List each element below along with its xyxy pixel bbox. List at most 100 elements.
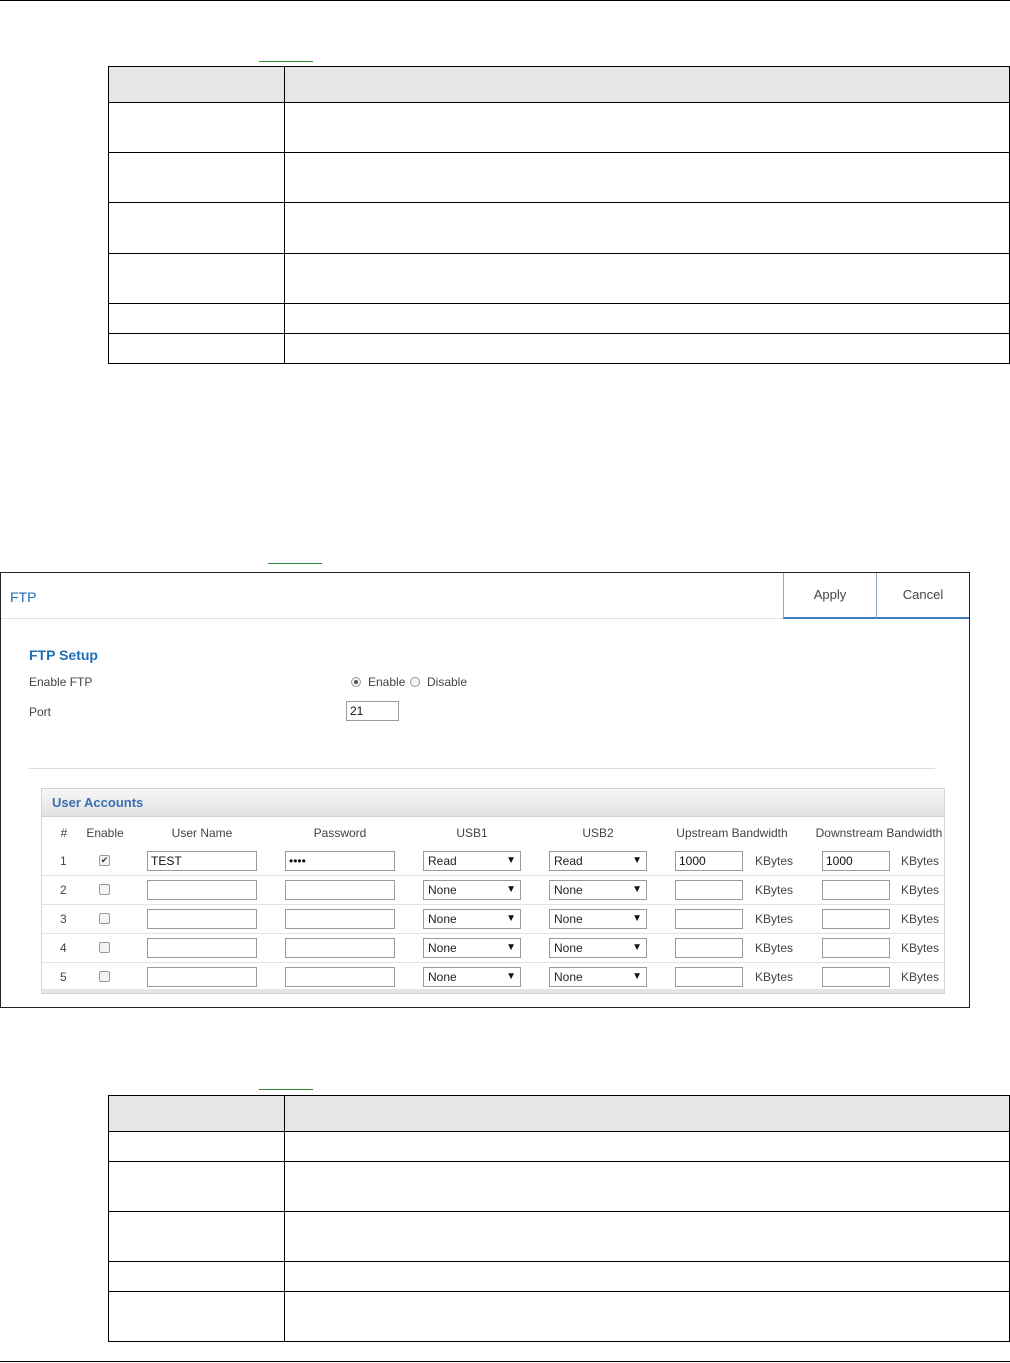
upstream-unit: KBytes (755, 970, 794, 984)
user-name-input[interactable]: TEST (147, 851, 257, 871)
dropdown-arrow-icon: ▼ (506, 884, 516, 895)
dropdown-arrow-icon: ▼ (506, 855, 516, 866)
upstream-unit: KBytes (755, 854, 794, 868)
dropdown-arrow-icon: ▼ (632, 971, 642, 982)
password-input[interactable] (285, 938, 395, 958)
col-usb1: USB1 (456, 826, 488, 840)
usb1-select[interactable]: Read ▼ (423, 851, 521, 871)
col-password: Password (313, 826, 367, 840)
usb2-select[interactable]: None ▼ (549, 880, 647, 900)
row-enable-checkbox[interactable]: ✔ (99, 855, 110, 866)
usb1-select[interactable]: None ▼ (423, 880, 521, 900)
row-divider (42, 875, 944, 876)
downstream-input[interactable] (822, 938, 890, 958)
upstream-input[interactable] (675, 938, 743, 958)
upstream-input[interactable]: 1000 (675, 851, 743, 871)
dropdown-arrow-icon: ▼ (632, 942, 642, 953)
row-enable-checkbox[interactable] (99, 884, 110, 895)
row-number: 5 (60, 970, 67, 984)
table-row (108, 303, 1010, 334)
table-row (108, 1161, 1010, 1212)
downstream-unit: KBytes (901, 912, 940, 926)
enable-radio[interactable] (351, 677, 361, 687)
downstream-input[interactable] (822, 967, 890, 987)
enable-ftp-label: Enable FTP (29, 675, 93, 689)
downstream-unit: KBytes (901, 941, 940, 955)
table-row (108, 1131, 1010, 1162)
row-number: 4 (60, 941, 67, 955)
user-name-input[interactable] (147, 880, 257, 900)
table-row (108, 202, 1010, 254)
apply-button[interactable]: Apply (783, 573, 876, 619)
upstream-input[interactable] (675, 909, 743, 929)
page-top-rule (0, 0, 1010, 1)
row-number: 3 (60, 912, 67, 926)
row-enable-checkbox[interactable] (99, 942, 110, 953)
user-name-input[interactable] (147, 938, 257, 958)
cancel-button[interactable]: Cancel (876, 573, 969, 619)
password-input[interactable] (285, 967, 395, 987)
upstream-unit: KBytes (755, 912, 794, 926)
user-name-input[interactable] (147, 909, 257, 929)
col-downstream: Downstream Bandwidth (815, 826, 943, 840)
usb1-value: None (428, 883, 457, 897)
downstream-input[interactable] (822, 880, 890, 900)
col-user-name: User Name (171, 826, 233, 840)
upstream-unit: KBytes (755, 883, 794, 897)
port-input[interactable]: 21 (346, 701, 399, 721)
usb1-value: None (428, 941, 457, 955)
row-divider (42, 904, 944, 905)
usb2-select[interactable]: Read ▼ (549, 851, 647, 871)
usb2-select[interactable]: None ▼ (549, 938, 647, 958)
col-number: # (60, 826, 68, 840)
table-row (108, 102, 1010, 153)
password-input[interactable] (285, 909, 395, 929)
row-enable-checkbox[interactable] (99, 971, 110, 982)
upstream-input[interactable] (675, 880, 743, 900)
usb2-select[interactable]: None ▼ (549, 967, 647, 987)
downstream-input[interactable]: 1000 (822, 851, 890, 871)
table-row (108, 333, 1010, 364)
description-table-2 (108, 1095, 1010, 1342)
table-row (108, 1261, 1010, 1292)
ftp-setup-title: FTP Setup (29, 647, 98, 663)
downstream-unit: KBytes (901, 970, 940, 984)
row-number: 1 (60, 854, 67, 868)
usb1-value: None (428, 912, 457, 926)
enable-radio-label[interactable]: Enable (368, 675, 405, 689)
table-reference-link[interactable] (259, 61, 313, 62)
page-bottom-rule (0, 1361, 1010, 1362)
usb2-value: None (554, 970, 583, 984)
downstream-unit: KBytes (901, 883, 940, 897)
usb2-value: None (554, 941, 583, 955)
user-name-input[interactable] (147, 967, 257, 987)
dropdown-arrow-icon: ▼ (632, 884, 642, 895)
row-divider (42, 962, 944, 963)
password-input[interactable] (285, 880, 395, 900)
dropdown-arrow-icon: ▼ (632, 855, 642, 866)
disable-radio-label[interactable]: Disable (427, 675, 467, 689)
col-upstream: Upstream Bandwidth (676, 826, 788, 840)
description-table-1 (108, 66, 1010, 364)
downstream-input[interactable] (822, 909, 890, 929)
usb1-select[interactable]: None ▼ (423, 909, 521, 929)
user-accounts-header: User Accounts (42, 789, 944, 817)
dropdown-arrow-icon: ▼ (506, 913, 516, 924)
usb1-select[interactable]: None ▼ (423, 967, 521, 987)
ftp-settings-panel: FTP Apply Cancel FTP Setup Enable FTP En… (0, 572, 970, 1008)
usb1-select[interactable]: None ▼ (423, 938, 521, 958)
row-divider (42, 933, 944, 934)
password-input[interactable]: •••• (285, 851, 395, 871)
table-footer-bar (42, 989, 944, 993)
upstream-input[interactable] (675, 967, 743, 987)
downstream-unit: KBytes (901, 854, 940, 868)
upstream-unit: KBytes (755, 941, 794, 955)
table-reference-link-2[interactable] (259, 1089, 313, 1090)
row-enable-checkbox[interactable] (99, 913, 110, 924)
col-enable: Enable (86, 826, 124, 840)
table-header-row (108, 1095, 1010, 1132)
figure-reference-link[interactable] (268, 563, 322, 564)
disable-radio[interactable] (410, 677, 420, 687)
row-number: 2 (60, 883, 67, 897)
usb2-select[interactable]: None ▼ (549, 909, 647, 929)
